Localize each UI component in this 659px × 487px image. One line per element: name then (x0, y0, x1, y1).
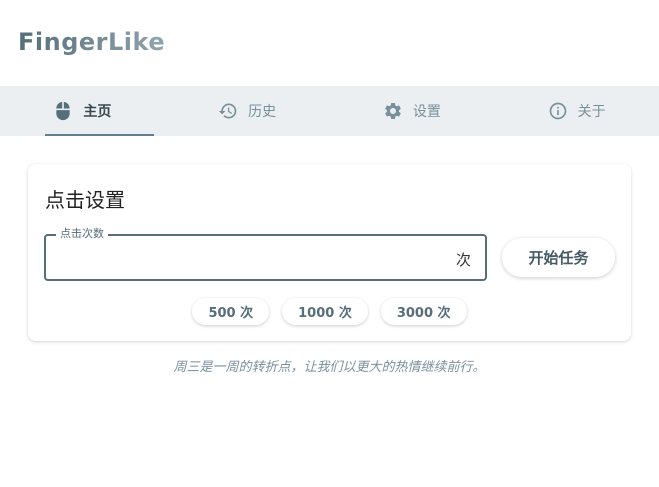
preset-1000-button[interactable]: 1000 次 (282, 298, 368, 325)
start-task-button[interactable]: 开始任务 (502, 238, 615, 277)
tab-about-label: 关于 (577, 104, 606, 120)
mouse-icon (53, 101, 73, 121)
tab-history[interactable]: 历史 (165, 86, 330, 136)
click-count-suffix: 次 (455, 251, 471, 269)
click-count-field[interactable]: 点击次数 次 (44, 227, 487, 281)
tab-home[interactable]: 主页 (0, 86, 165, 136)
preset-500-button[interactable]: 500 次 (192, 298, 270, 325)
tab-history-label: 历史 (248, 104, 277, 120)
card-title: 点击设置 (45, 188, 125, 212)
history-icon (218, 101, 238, 121)
preset-3000-button[interactable]: 3000 次 (380, 298, 467, 325)
gear-icon (383, 101, 403, 121)
daily-motto: 周三是一周的转折点，让我们以更大的热情继续前行。 (173, 360, 486, 375)
app-title: FingerLike (18, 28, 166, 56)
tab-bar: 主页 历史 设置 关于 (0, 86, 659, 136)
info-icon (548, 101, 568, 121)
preset-group: 500 次 1000 次 3000 次 (28, 298, 631, 325)
tab-settings[interactable]: 设置 (330, 86, 495, 136)
click-count-input[interactable] (46, 236, 446, 279)
tab-home-label: 主页 (83, 104, 112, 120)
click-settings-card: 点击设置 点击次数 次 开始任务 500 次 1000 次 3000 次 (28, 164, 631, 341)
tab-settings-label: 设置 (412, 104, 441, 120)
tab-about[interactable]: 关于 (494, 86, 659, 136)
